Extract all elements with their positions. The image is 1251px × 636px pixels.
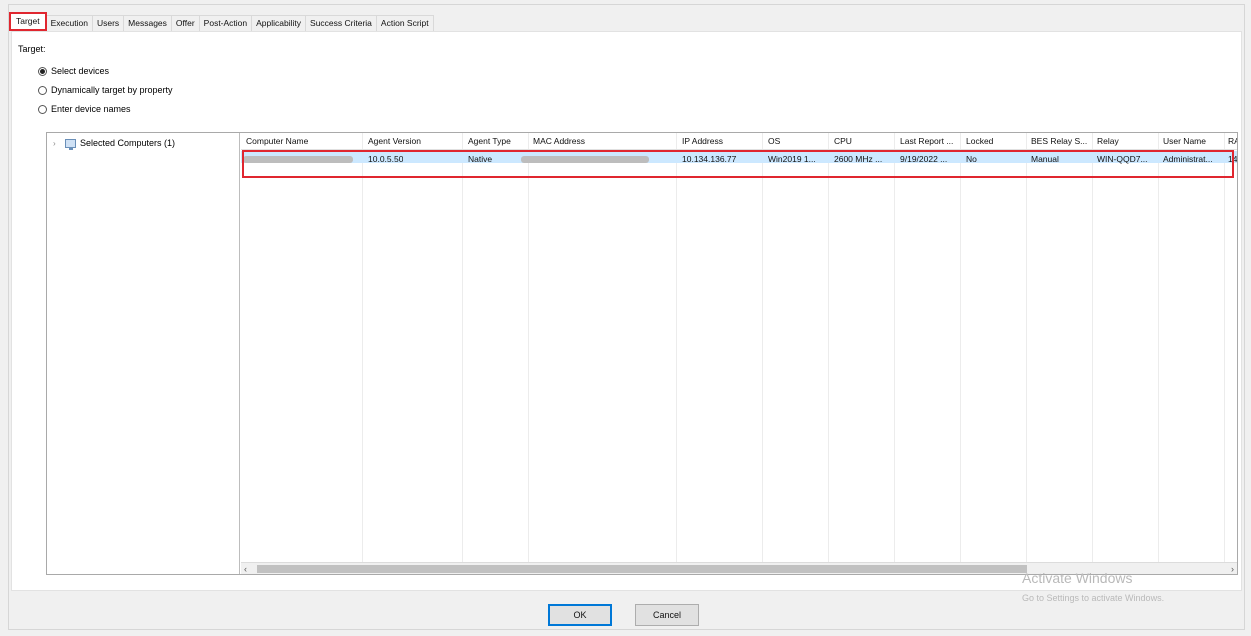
tab-action-script[interactable]: Action Script: [375, 15, 434, 31]
cell-os: Win2019 1...: [768, 154, 816, 164]
computer-tree: › Selected Computers (1): [47, 133, 240, 574]
cell-bes-relay: Manual: [1031, 154, 1059, 164]
computer-group-icon: [65, 138, 76, 150]
grid-column-divider: [241, 133, 363, 574]
grid-column-divider: [529, 133, 677, 574]
cell-relay: WIN-QQD7...: [1097, 154, 1148, 164]
grid-column-divider: [463, 133, 529, 574]
column-header-relay[interactable]: Relay: [1097, 136, 1155, 146]
computer-grid: Computer Name Agent Version Agent Type M…: [241, 133, 1237, 574]
tab-messages[interactable]: Messages: [123, 15, 172, 31]
tree-item-label: Selected Computers (1): [80, 138, 176, 148]
column-header-mac-address[interactable]: MAC Address: [533, 136, 673, 146]
column-header-ra[interactable]: RA: [1228, 136, 1237, 146]
scroll-left-icon[interactable]: ‹: [244, 563, 247, 575]
column-header-bes-relay[interactable]: BES Relay S...: [1031, 136, 1093, 146]
grid-column-divider: [1093, 133, 1159, 574]
grid-column-divider: [763, 133, 829, 574]
activate-windows-subtitle: Go to Settings to activate Windows.: [1022, 593, 1165, 603]
column-header-cpu[interactable]: CPU: [834, 136, 892, 146]
redacted-computer-name: [243, 156, 353, 163]
column-header-agent-type[interactable]: Agent Type: [468, 136, 528, 146]
scroll-right-icon[interactable]: ›: [1231, 563, 1234, 575]
column-header-agent-version[interactable]: Agent Version: [368, 136, 460, 146]
column-header-ip-address[interactable]: IP Address: [682, 136, 760, 146]
cell-ra: 14: [1228, 154, 1237, 164]
column-header-user-name[interactable]: User Name: [1163, 136, 1223, 146]
ok-button[interactable]: OK: [548, 604, 612, 626]
tab-applicability[interactable]: Applicability: [251, 15, 307, 31]
tree-item-selected-computers[interactable]: › Selected Computers (1): [53, 138, 176, 150]
cell-agent-version: 10.0.5.50: [368, 154, 404, 164]
radio-select-devices[interactable]: Select devices: [38, 66, 109, 76]
tab-post-action[interactable]: Post-Action: [198, 15, 253, 31]
column-header-os[interactable]: OS: [768, 136, 826, 146]
cell-last-report: 9/19/2022 ...: [900, 154, 948, 164]
target-label: Target:: [18, 44, 46, 54]
cell-cpu: 2600 MHz ...: [834, 154, 883, 164]
tab-success-criteria[interactable]: Success Criteria: [305, 15, 377, 31]
radio-dynamic-target[interactable]: Dynamically target by property: [38, 85, 173, 95]
radio-label: Enter device names: [51, 104, 131, 114]
grid-column-divider: [829, 133, 895, 574]
chevron-right-icon[interactable]: ›: [53, 139, 61, 148]
grid-header: Computer Name Agent Version Agent Type M…: [241, 133, 1237, 150]
cell-user-name: Administrat...: [1163, 154, 1213, 164]
grid-column-divider: [1159, 133, 1225, 574]
grid-column-divider: [677, 133, 763, 574]
cell-agent-type: Native: [468, 154, 493, 164]
radio-button[interactable]: [38, 85, 47, 95]
tab-offer[interactable]: Offer: [170, 15, 200, 31]
radio-button-selected[interactable]: [38, 66, 47, 76]
target-panel: Target: Select devices Dynamically targe…: [11, 31, 1242, 591]
radio-label: Select devices: [51, 66, 110, 76]
grid-column-divider: [895, 133, 961, 574]
tab-execution[interactable]: Execution: [45, 15, 93, 31]
activate-windows-title: Activate Windows: [1022, 570, 1133, 586]
cancel-button[interactable]: Cancel: [635, 604, 699, 626]
column-header-locked[interactable]: Locked: [966, 136, 1024, 146]
column-header-last-report[interactable]: Last Report ...: [900, 136, 962, 146]
scrollbar-thumb[interactable]: [257, 565, 1027, 573]
tab-strip: Target Execution Users Messages Offer Po…: [9, 12, 499, 31]
target-content-frame: › Selected Computers (1) Computer Name A…: [46, 132, 1238, 575]
take-action-dialog: Target Execution Users Messages Offer Po…: [8, 4, 1245, 630]
radio-label: Dynamically target by property: [51, 85, 173, 95]
radio-button[interactable]: [38, 104, 47, 114]
cell-ip-address: 10.134.136.77: [682, 154, 737, 164]
grid-column-divider: [961, 133, 1027, 574]
redacted-mac-address: [521, 156, 649, 163]
grid-column-divider: [1027, 133, 1093, 574]
tab-users[interactable]: Users: [91, 15, 125, 31]
tab-target[interactable]: Target: [9, 12, 47, 31]
column-header-computer-name[interactable]: Computer Name: [246, 136, 361, 146]
cell-locked: No: [966, 154, 977, 164]
radio-enter-device-names[interactable]: Enter device names: [38, 104, 131, 114]
grid-column-divider: [363, 133, 463, 574]
